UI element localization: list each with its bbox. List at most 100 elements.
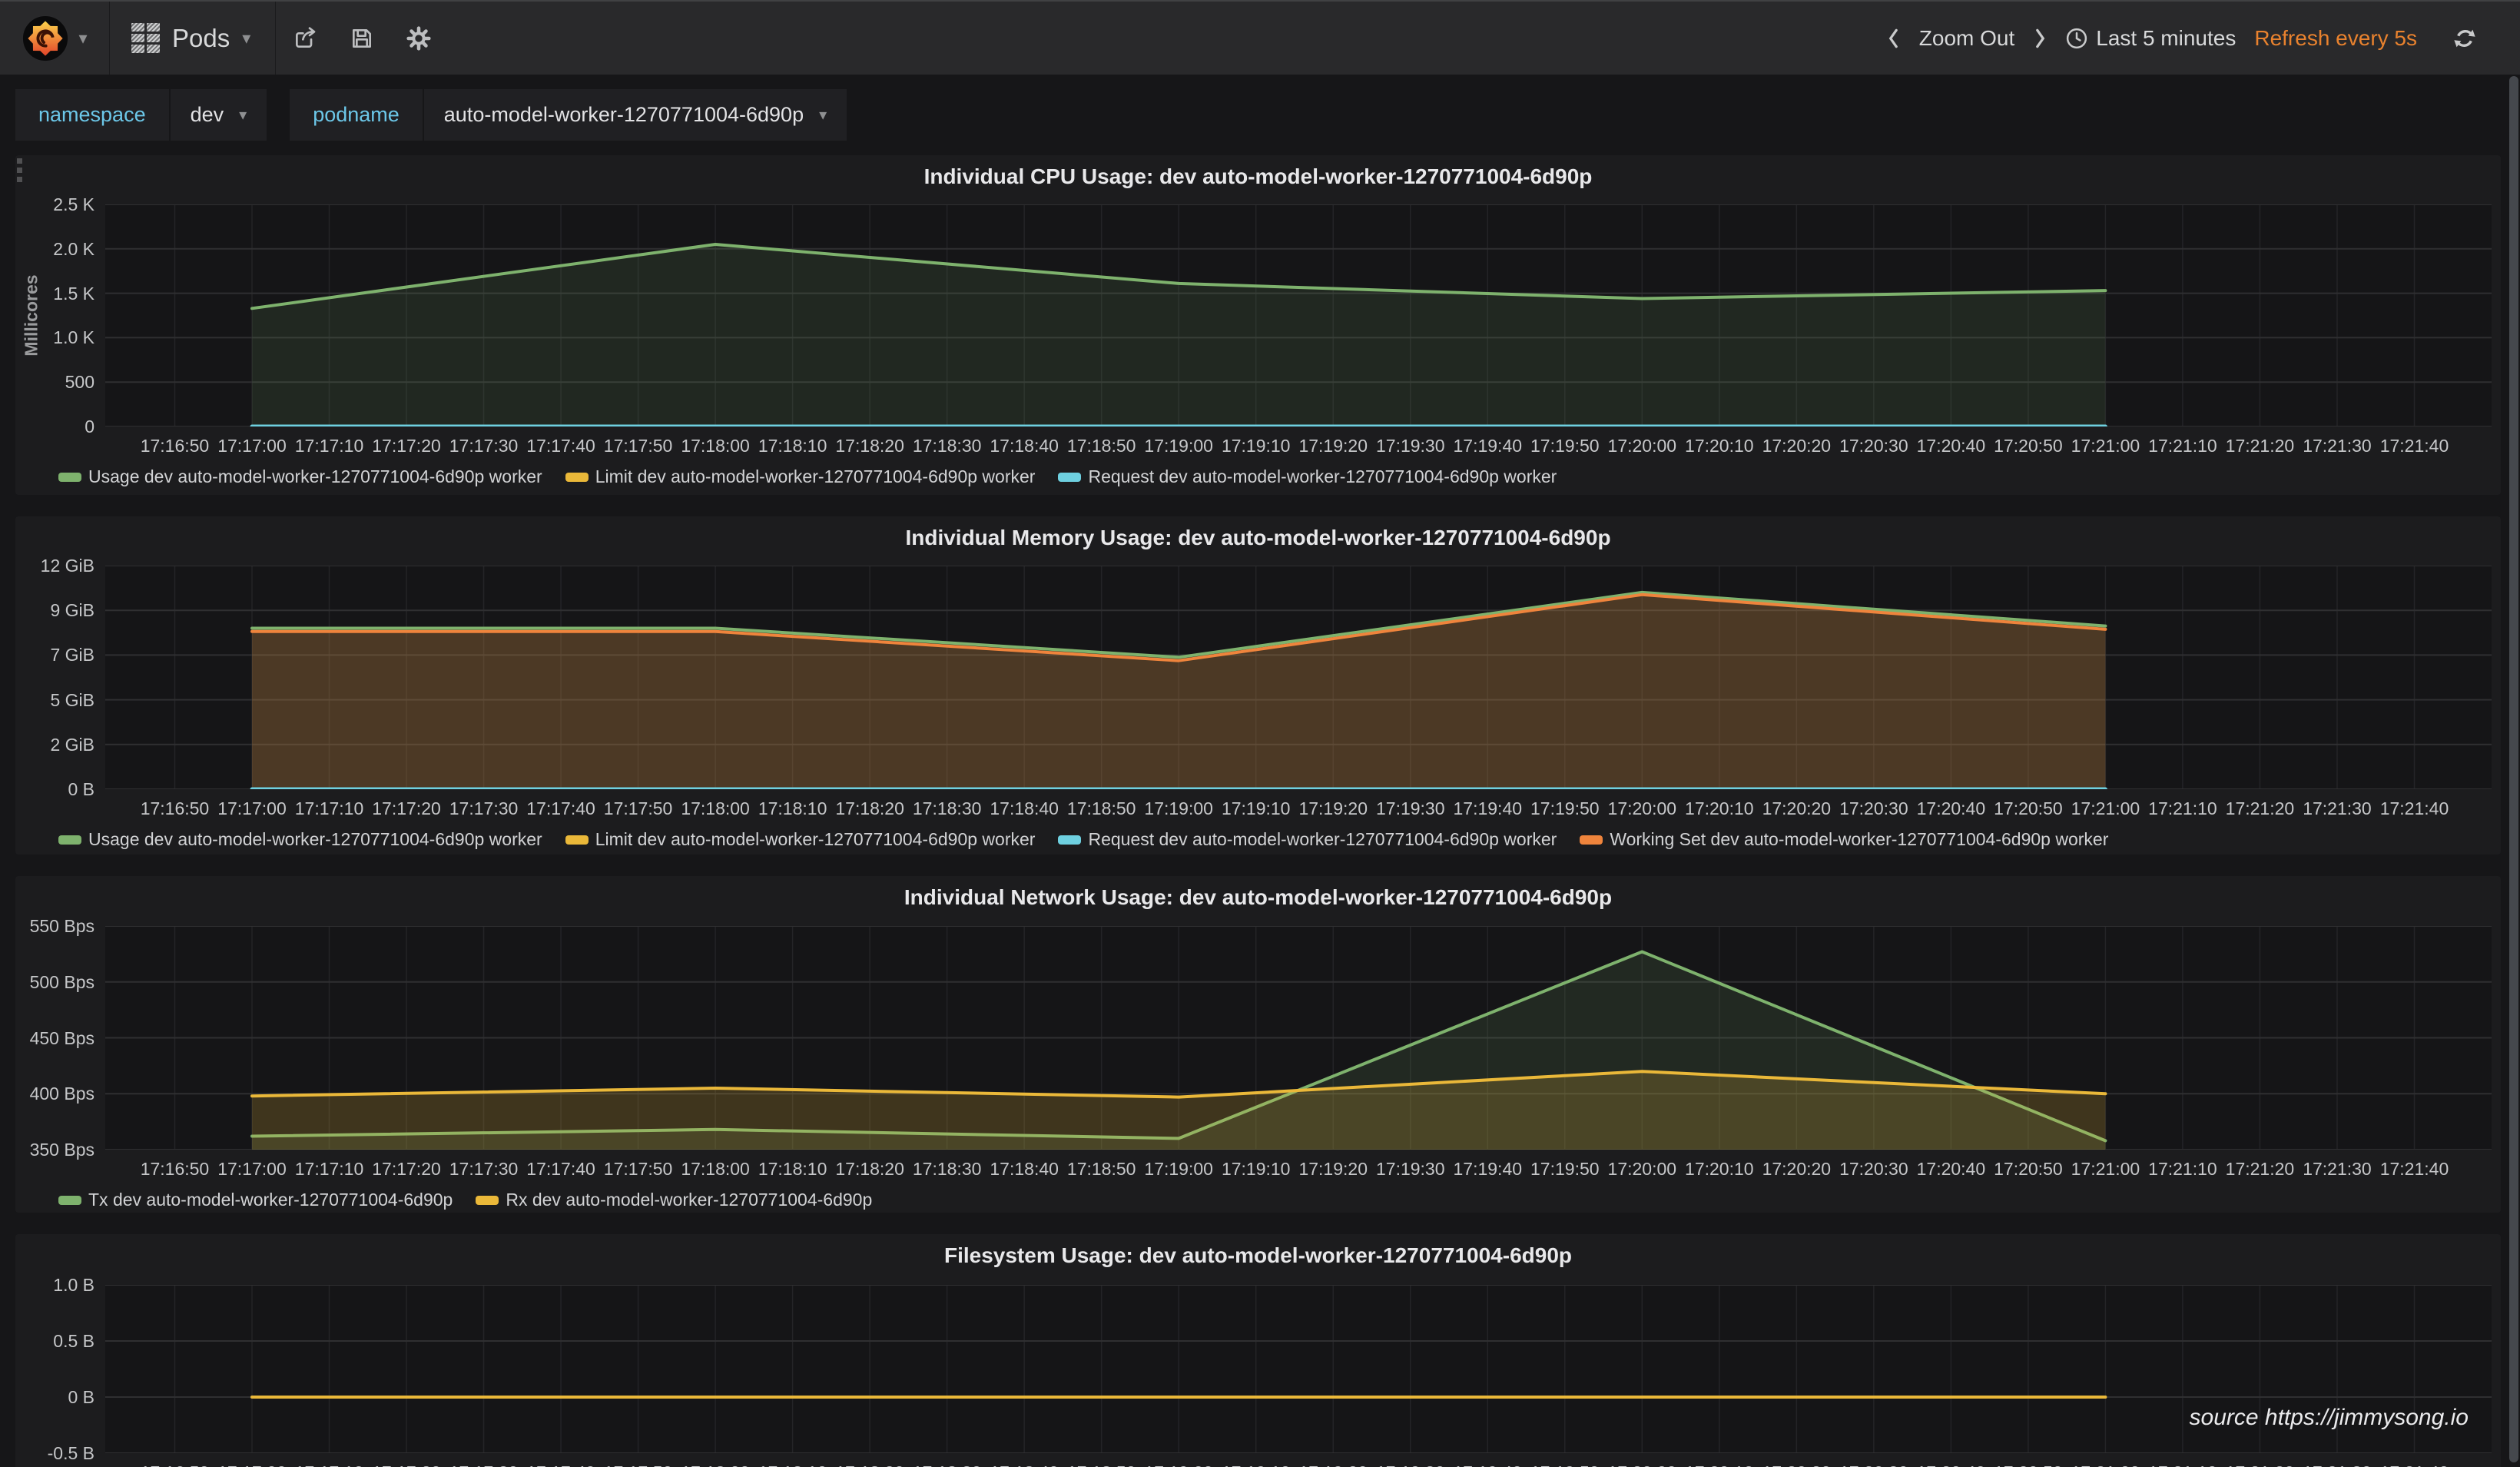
settings-gear-icon[interactable] [406, 26, 431, 51]
legend-label: Rx dev auto-model-worker-1270771004-6d90… [506, 1190, 872, 1210]
y-tick-label: 5 GiB [21, 690, 94, 711]
x-tick-label: 17:21:30 [2295, 798, 2379, 819]
legend-swatch-icon [1058, 835, 1081, 845]
time-back-chevron-icon[interactable] [1887, 27, 1901, 50]
dashboard-picker[interactable]: Pods ▾ [110, 2, 276, 75]
x-tick-label: 17:18:20 [827, 798, 912, 819]
x-tick-label: 17:18:30 [905, 436, 990, 456]
y-tick-label: 1.0 K [21, 327, 94, 348]
x-tick-label: 17:17:30 [442, 798, 526, 819]
x-tick-label: 17:18:10 [751, 436, 835, 456]
grafana-logo-icon [22, 15, 69, 62]
x-tick-label: 17:17:00 [210, 798, 294, 819]
x-tick-label: 17:20:10 [1677, 436, 1762, 456]
panel-title[interactable]: Individual Memory Usage: dev auto-model-… [15, 526, 2501, 550]
legend-swatch-icon [1580, 835, 1603, 845]
legend-item[interactable]: Limit dev auto-model-worker-1270771004-6… [565, 829, 1036, 850]
refresh-interval-button[interactable]: Refresh every 5s [2254, 26, 2417, 51]
legend-item[interactable]: Tx dev auto-model-worker-1270771004-6d90… [58, 1190, 453, 1210]
x-tick-label: 17:16:50 [132, 1462, 217, 1467]
legend-item[interactable]: Usage dev auto-model-worker-1270771004-6… [58, 829, 542, 850]
x-tick-label: 17:17:50 [596, 798, 681, 819]
y-tick-label: 1.0 B [21, 1275, 94, 1296]
x-tick-label: 17:19:20 [1291, 436, 1375, 456]
legend-item[interactable]: Request dev auto-model-worker-1270771004… [1058, 466, 1557, 487]
grafana-logo-button[interactable]: ▾ [0, 2, 110, 75]
x-tick-label: 17:17:30 [442, 1462, 526, 1467]
legend-swatch-icon [565, 835, 589, 845]
x-tick-label: 17:19:10 [1214, 436, 1298, 456]
x-tick-label: 17:19:40 [1445, 798, 1530, 819]
dashboard-caret-icon: ▾ [242, 30, 250, 47]
x-tick-label: 17:18:00 [673, 436, 758, 456]
x-tick-label: 17:18:40 [982, 1159, 1066, 1180]
legend: Tx dev auto-model-worker-1270771004-6d90… [58, 1190, 872, 1210]
row-drag-handle[interactable] [17, 158, 22, 182]
x-tick-label: 17:17:40 [519, 1462, 603, 1467]
plot-area[interactable] [105, 926, 2492, 1150]
variable-namespace-dropdown[interactable]: dev ▾ [171, 89, 267, 141]
legend-label: Request dev auto-model-worker-1270771004… [1088, 466, 1557, 487]
x-tick-label: 17:21:30 [2295, 1462, 2379, 1467]
legend: Usage dev auto-model-worker-1270771004-6… [58, 829, 2108, 850]
legend-item[interactable]: Request dev auto-model-worker-1270771004… [1058, 829, 1557, 850]
plot-area[interactable] [105, 204, 2492, 426]
time-range-picker[interactable]: Last 5 minutes [2065, 26, 2236, 51]
plot-area[interactable] [105, 1285, 2492, 1453]
time-forward-chevron-icon[interactable] [2033, 27, 2047, 50]
memory-chart: 0 B2 GiB5 GiB7 GiB9 GiB12 GiB17:16:5017:… [15, 516, 2501, 855]
legend-item[interactable]: Rx dev auto-model-worker-1270771004-6d90… [476, 1190, 872, 1210]
legend: Usage dev auto-model-worker-1270771004-6… [58, 466, 1557, 487]
x-tick-label: 17:19:20 [1291, 1159, 1375, 1180]
x-tick-label: 17:17:40 [519, 436, 603, 456]
zoom-out-button[interactable]: Zoom Out [1919, 26, 2014, 51]
panel-cpu-usage: Individual CPU Usage: dev auto-model-wor… [15, 155, 2501, 495]
x-tick-label: 17:16:50 [132, 1159, 217, 1180]
chevron-down-icon: ▾ [239, 108, 247, 123]
y-tick-label: 2 GiB [21, 735, 94, 755]
x-tick-label: 17:20:10 [1677, 1159, 1762, 1180]
legend-item[interactable]: Limit dev auto-model-worker-1270771004-6… [565, 466, 1036, 487]
x-tick-label: 17:20:30 [1832, 1462, 1916, 1467]
legend-item[interactable]: Usage dev auto-model-worker-1270771004-6… [58, 466, 542, 487]
y-tick-label: 0 [21, 417, 94, 437]
y-tick-label: 350 Bps [21, 1140, 94, 1160]
panel-title[interactable]: Individual CPU Usage: dev auto-model-wor… [15, 164, 2501, 189]
x-tick-label: 17:20:30 [1832, 436, 1916, 456]
refresh-icon[interactable] [2452, 26, 2477, 51]
x-tick-label: 17:17:00 [210, 1159, 294, 1180]
x-tick-label: 17:20:20 [1754, 436, 1839, 456]
variable-podname-dropdown[interactable]: auto-model-worker-1270771004-6d90p ▾ [424, 89, 847, 141]
x-tick-label: 17:20:10 [1677, 798, 1762, 819]
variable-namespace: namespace dev ▾ [15, 89, 267, 141]
x-tick-label: 17:19:20 [1291, 798, 1375, 819]
x-tick-label: 17:17:00 [210, 1462, 294, 1467]
save-icon[interactable] [350, 26, 374, 51]
panel-title[interactable]: Filesystem Usage: dev auto-model-worker-… [15, 1243, 2501, 1268]
x-tick-label: 17:21:00 [2063, 1159, 2147, 1180]
y-tick-label: 1.5 K [21, 284, 94, 304]
source-note: source https://jimmysong.io [2190, 1405, 2469, 1431]
x-tick-label: 17:21:40 [2372, 798, 2456, 819]
cpu-chart: Millicores05001.0 K1.5 K2.0 K2.5 K17:16:… [15, 155, 2501, 495]
legend-label: Usage dev auto-model-worker-1270771004-6… [88, 829, 542, 850]
legend-swatch-icon [1058, 473, 1081, 482]
scrollbar-thumb[interactable] [2509, 76, 2518, 1462]
x-tick-label: 17:16:50 [132, 436, 217, 456]
legend-item[interactable]: Working Set dev auto-model-worker-127077… [1580, 829, 2108, 850]
x-tick-label: 17:17:20 [364, 798, 449, 819]
plot-area[interactable] [105, 566, 2492, 789]
x-tick-label: 17:19:30 [1368, 436, 1453, 456]
legend-label: Tx dev auto-model-worker-1270771004-6d90… [88, 1190, 453, 1210]
x-tick-label: 17:19:50 [1523, 436, 1607, 456]
x-tick-label: 17:19:30 [1368, 798, 1453, 819]
x-tick-label: 17:21:10 [2140, 798, 2225, 819]
x-tick-label: 17:18:20 [827, 436, 912, 456]
x-tick-label: 17:17:50 [596, 436, 681, 456]
x-tick-label: 17:17:10 [287, 1462, 372, 1467]
share-icon[interactable] [293, 26, 317, 51]
panel-title[interactable]: Individual Network Usage: dev auto-model… [15, 885, 2501, 910]
x-tick-label: 17:20:00 [1600, 1159, 1684, 1180]
x-tick-label: 17:18:40 [982, 436, 1066, 456]
x-tick-label: 17:20:00 [1600, 1462, 1684, 1467]
